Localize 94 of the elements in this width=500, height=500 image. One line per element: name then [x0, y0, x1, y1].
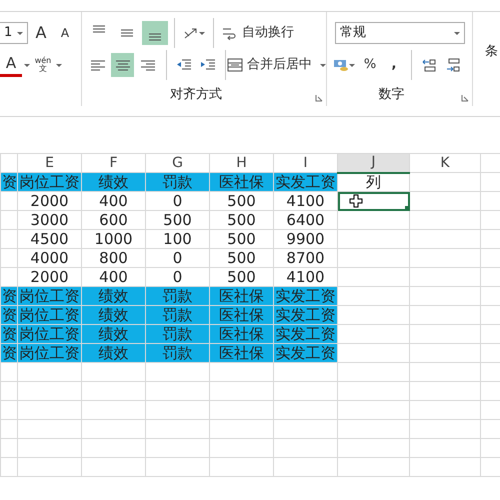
font-size-dropdown[interactable]: 1	[0, 22, 28, 44]
table-cell: 实发工资	[274, 172, 338, 192]
table-cell: 100	[146, 230, 210, 248]
table-cell: 500	[210, 248, 274, 268]
conditional-format-label[interactable]: 条	[485, 42, 496, 62]
table-cell: 2000	[18, 192, 82, 210]
font-size-value: 1	[4, 24, 12, 42]
caret-icon	[199, 32, 205, 34]
table-cell: 绩效	[82, 344, 146, 362]
dialog-launcher-icon	[461, 94, 469, 102]
caret-icon	[454, 32, 460, 34]
column-header[interactable]: K	[410, 154, 480, 172]
table-cell: 罚款	[146, 172, 210, 192]
table-cell: 岗位工资	[18, 286, 82, 306]
table-cell: 绩效	[82, 324, 146, 344]
table-cell: 罚款	[146, 344, 210, 362]
table-cell: 500	[210, 210, 274, 230]
table-cell: 500	[146, 210, 210, 230]
table-cell: 资	[0, 344, 18, 362]
table-cell: 8700	[274, 248, 338, 268]
decrease-indent-icon	[176, 58, 192, 72]
dialog-launcher-icon	[315, 94, 323, 102]
bottom-align-button[interactable]	[142, 21, 168, 45]
money-icon	[333, 58, 349, 72]
caret-icon	[349, 64, 355, 66]
table-cell: 4100	[274, 192, 338, 210]
middle-align-icon	[121, 29, 133, 37]
table-cell: 1000	[82, 230, 146, 248]
increase-decimal-icon	[421, 58, 437, 72]
table-cell: 500	[210, 230, 274, 248]
group-title: 对齐方式	[169, 86, 223, 104]
number-format-dropdown[interactable]: 常规	[335, 22, 465, 44]
table-cell: 4500	[18, 230, 82, 248]
table-cell: 罚款	[146, 286, 210, 306]
wrap-text-icon	[222, 26, 238, 40]
merge-cells-icon	[227, 58, 244, 72]
cursor-icon	[348, 194, 362, 208]
center-align-icon	[116, 60, 130, 70]
increase-font-button[interactable]: A	[30, 21, 52, 45]
table-cell: 绩效	[82, 286, 146, 306]
table-cell: 600	[82, 210, 146, 230]
table-cell: 医社保	[210, 324, 274, 344]
percent-button[interactable]: %	[359, 53, 381, 77]
table-cell: 绩效	[82, 172, 146, 192]
center-align-button[interactable]	[111, 53, 134, 77]
group-title: 数字	[378, 86, 406, 104]
font-color-button[interactable]: A	[0, 53, 22, 77]
table-cell: 医社保	[210, 286, 274, 306]
table-cell: 实发工资	[274, 286, 338, 306]
table-cell: 岗位工资	[18, 172, 82, 192]
left-align-icon	[90, 60, 105, 70]
angled-text-icon	[183, 26, 199, 40]
table-cell: 岗位工资	[18, 324, 82, 344]
table-cell: 岗位工资	[18, 306, 82, 324]
decrease-decimal-icon	[445, 58, 461, 72]
table-cell: 0	[146, 192, 210, 210]
caret-icon	[24, 64, 30, 66]
merge-center-button[interactable]: 合并后居中	[231, 53, 322, 77]
caret-icon	[56, 64, 62, 66]
table-cell: 医社保	[210, 306, 274, 324]
table-cell: 4000	[18, 248, 82, 268]
wrap-text-button[interactable]: 自动换行	[220, 21, 296, 45]
caret-icon	[17, 32, 23, 34]
table-cell: 实发工资	[274, 344, 338, 362]
comma-button[interactable]: ,	[383, 53, 405, 77]
table-cell: 医社保	[210, 172, 274, 192]
format-value: 常规	[340, 24, 366, 42]
increase-indent-icon	[200, 58, 216, 72]
table-cell: 3000	[18, 210, 82, 230]
table-cell: 资	[0, 324, 18, 344]
table-cell: 实发工资	[274, 324, 338, 344]
table-cell: 绩效	[82, 306, 146, 324]
table-cell: 医社保	[210, 344, 274, 362]
table-cell: 资	[0, 286, 18, 306]
phonetic-button[interactable]: wén 文	[32, 53, 54, 77]
bottom-align-icon	[149, 33, 161, 41]
active-cell[interactable]	[338, 192, 410, 210]
table-cell: 9900	[274, 230, 338, 248]
table-cell: 400	[82, 192, 146, 210]
table-cell: 罚款	[146, 324, 210, 344]
column-header[interactable]: J	[338, 154, 410, 172]
table-cell: 资	[0, 172, 18, 192]
right-align-icon	[141, 60, 156, 70]
table-cell: 800	[82, 248, 146, 268]
caret-icon	[320, 64, 326, 66]
table-cell: 实发工资	[274, 306, 338, 324]
decrease-font-button[interactable]: A	[54, 21, 76, 45]
table-cell: 500	[210, 192, 274, 210]
table-cell: 罚款	[146, 306, 210, 324]
table-cell: 6400	[274, 210, 338, 230]
top-align-icon	[93, 25, 105, 33]
table-cell: 0	[146, 248, 210, 268]
table-cell: 岗位工资	[18, 344, 82, 362]
table-cell: 资	[0, 306, 18, 324]
